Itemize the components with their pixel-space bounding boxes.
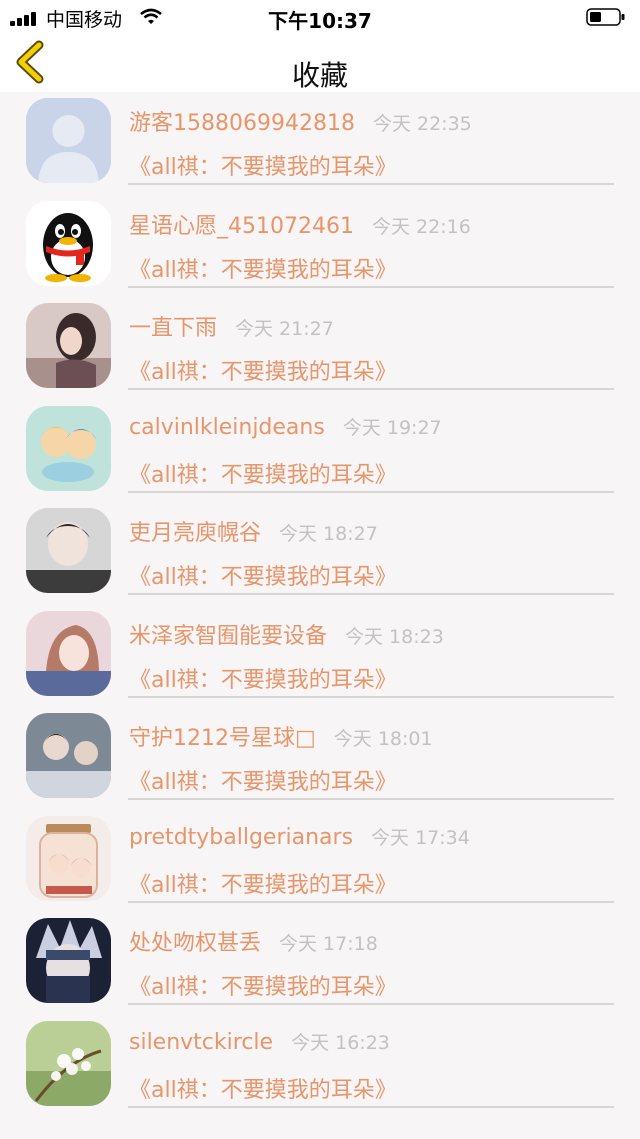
- user-photo: [26, 303, 111, 388]
- list-item[interactable]: 吏月亮庾幌谷 今天 18:27 《all祺：不要摸我的耳朵》: [0, 502, 640, 605]
- cartoon-avatar: [26, 405, 111, 491]
- user-name: silenvtckircle: [129, 1029, 274, 1055]
- list-item[interactable]: 处处吻权甚丢 今天 17:18 《all祺：不要摸我的耳朵》: [0, 912, 640, 1015]
- user-photo: [26, 508, 111, 593]
- divider: [128, 798, 614, 800]
- list-item[interactable]: silenvtckircle 今天 16:23 《all祺：不要摸我的耳朵》: [0, 1015, 640, 1118]
- list-item[interactable]: 守护1212号星球□ 今天 18:01 《all祺：不要摸我的耳朵》: [0, 707, 640, 810]
- divider: [128, 593, 614, 595]
- favorite-title[interactable]: 《all祺：不要摸我的耳朵》: [129, 354, 397, 386]
- battery-icon: [586, 8, 626, 26]
- timestamp: 今天 21:27: [235, 318, 334, 340]
- anime-avatar: [26, 918, 111, 1003]
- user-name: 处处吻权甚丢: [129, 931, 262, 956]
- user-name: 星语心愿_451072461: [129, 213, 354, 239]
- avatar: [26, 713, 111, 798]
- list-item[interactable]: 游客1588069942818 今天 22:35 《all祺：不要摸我的耳朵》: [0, 92, 640, 195]
- status-time: 下午10:37: [268, 9, 372, 33]
- favorite-title[interactable]: 《all祺：不要摸我的耳朵》: [129, 457, 397, 489]
- anime-avatar: [26, 610, 111, 696]
- user-name: 守护1212号星球□: [129, 726, 316, 751]
- avatar: [26, 815, 111, 901]
- timestamp: 今天 16:23: [291, 1031, 390, 1054]
- divider: [128, 900, 614, 903]
- timestamp: 今天 19:27: [342, 416, 442, 439]
- flower-photo: [26, 1020, 111, 1106]
- favorite-title[interactable]: 《all祺：不要摸我的耳朵》: [129, 867, 397, 899]
- favorite-title[interactable]: 《all祺：不要摸我的耳朵》: [129, 764, 397, 796]
- timestamp: 今天 17:34: [371, 826, 470, 849]
- user-name: 游客1588069942818: [129, 111, 355, 136]
- favorite-title[interactable]: 《all祺：不要摸我的耳朵》: [129, 559, 397, 591]
- status-bar: 中国移动 下午10:37: [0, 0, 640, 34]
- list-item[interactable]: pretdtyballgerianars 今天 17:34 《all祺：不要摸我的…: [0, 810, 640, 913]
- default-user-icon: [26, 98, 111, 183]
- user-name: calvinlkleinjdeans: [129, 414, 325, 440]
- divider: [128, 388, 614, 390]
- avatar: [26, 98, 111, 183]
- avatar: [26, 918, 111, 1003]
- divider: [128, 490, 614, 493]
- qq-penguin-icon: [26, 200, 111, 286]
- user-name: pretdtyballgerianars: [129, 824, 354, 850]
- avatar: [26, 1020, 111, 1106]
- timestamp: 今天 18:01: [333, 728, 433, 750]
- timestamp: 今天 18:27: [279, 523, 378, 545]
- divider: [128, 183, 614, 185]
- list-item[interactable]: 一直下雨 今天 21:27 《all祺：不要摸我的耳朵》: [0, 297, 640, 400]
- favorite-title[interactable]: 《all祺：不要摸我的耳朵》: [129, 969, 397, 1001]
- timestamp: 今天 18:23: [345, 625, 444, 648]
- divider: [128, 1105, 614, 1108]
- user-photo: [26, 713, 111, 798]
- favorite-title[interactable]: 《all祺：不要摸我的耳朵》: [129, 1072, 397, 1104]
- divider: [128, 695, 614, 698]
- list-item[interactable]: calvinlkleinjdeans 今天 19:27 《all祺：不要摸我的耳朵…: [0, 400, 640, 503]
- user-name: 吏月亮庾幌谷: [129, 521, 262, 546]
- avatar: [26, 200, 111, 286]
- user-name: 一直下雨: [129, 316, 218, 341]
- timestamp: 今天 17:18: [279, 933, 378, 955]
- avatar: [26, 610, 111, 696]
- favorites-list: 游客1588069942818 今天 22:35 《all祺：不要摸我的耳朵》 星…: [0, 92, 640, 1117]
- list-item[interactable]: 米泽家智囿能要设备 今天 18:23 《all祺：不要摸我的耳朵》: [0, 605, 640, 708]
- timestamp: 今天 22:35: [372, 113, 472, 135]
- list-item[interactable]: 星语心愿_451072461 今天 22:16 《all祺：不要摸我的耳朵》: [0, 195, 640, 298]
- user-name: 米泽家智囿能要设备: [129, 623, 328, 649]
- navigation-bar: 收藏: [0, 34, 640, 92]
- avatar: [26, 303, 111, 388]
- divider: [128, 1003, 614, 1005]
- timestamp: 今天 22:16: [371, 215, 471, 238]
- favorite-title[interactable]: 《all祺：不要摸我的耳朵》: [129, 149, 397, 181]
- divider: [128, 285, 614, 288]
- favorite-title[interactable]: 《all祺：不要摸我的耳朵》: [129, 252, 397, 284]
- avatar: [26, 405, 111, 491]
- favorite-title[interactable]: 《all祺：不要摸我的耳朵》: [129, 662, 397, 694]
- page-title: 收藏: [291, 59, 348, 92]
- anime-avatar: [26, 815, 111, 901]
- avatar: [26, 508, 111, 593]
